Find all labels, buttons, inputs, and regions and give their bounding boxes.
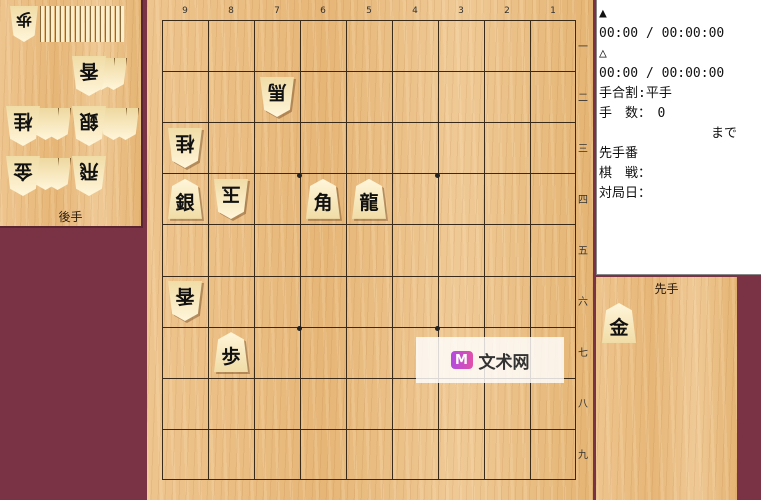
grid-hline [162, 275, 576, 277]
gote-label: 後手 [58, 210, 83, 224]
kisen-label: 棋 戦： [599, 166, 652, 181]
piece-char: 香 [175, 285, 195, 308]
sente-label: 先手 [654, 282, 679, 296]
star-point [297, 326, 302, 331]
piece-char: 銀 [175, 192, 195, 215]
file-label: 9 [182, 6, 188, 16]
gote-hand-lance[interactable]: 香 [72, 56, 106, 96]
gote-hand-knight[interactable]: 桂 [6, 106, 40, 146]
gote-hand-pawn[interactable]: 歩 [10, 6, 38, 42]
grid-vline [484, 20, 485, 480]
move-count: 手 数： 0 [599, 106, 666, 121]
file-label: 3 [458, 6, 464, 16]
grid-vline [300, 20, 301, 480]
gote-hand-silver[interactable]: 銀 [72, 106, 106, 146]
star-point [435, 173, 440, 178]
board-grid [162, 20, 576, 480]
grid-vline [530, 20, 531, 480]
rank-label: 二 [578, 92, 588, 104]
grid-hline [162, 326, 576, 328]
file-label: 8 [228, 6, 234, 16]
grid-hline [162, 173, 576, 175]
watermark: M 文术网 [416, 337, 564, 383]
piece-char: 馬 [267, 81, 287, 104]
rank-label: 六 [578, 297, 588, 309]
sente-hand-gold[interactable]: 金 [602, 303, 636, 343]
watermark-text: 文术网 [478, 352, 530, 373]
grid-vline [438, 20, 439, 480]
gote-hand-gold[interactable]: 金 [6, 156, 40, 196]
grid-vline [346, 20, 347, 480]
rank-label: 五 [578, 245, 588, 257]
grid-vline [208, 20, 209, 480]
gote-clock: 00:00 / 00:00:00 [599, 66, 725, 81]
date-label: 対局日： [599, 186, 652, 201]
rank-label: 九 [578, 450, 588, 462]
grid-hline [162, 428, 576, 430]
made-label: まで [710, 126, 737, 141]
gote-mark: △ [599, 46, 607, 61]
sente-mark: ▲ [599, 6, 607, 21]
file-label: 5 [366, 6, 372, 16]
file-label: 2 [504, 6, 510, 16]
file-label: 6 [320, 6, 326, 16]
star-point [435, 326, 440, 331]
star-point [297, 173, 302, 178]
handicap-label: 手合割:平手 [599, 86, 672, 101]
turn-label: 先手番 [599, 146, 639, 161]
grid-hline [162, 122, 576, 124]
game-info-panel: ▲ 00:00 / 00:00:00 △ 00:00 / 00:00:00 手合… [596, 0, 761, 275]
piece-char: 玉 [221, 183, 241, 206]
file-label: 7 [274, 6, 280, 16]
piece-char: 桂 [175, 132, 195, 155]
piece-char: 歩 [221, 345, 241, 368]
rank-label: 七 [578, 348, 588, 360]
file-label: 1 [550, 6, 556, 16]
rank-label: 一 [578, 41, 588, 53]
grid-vline [254, 20, 255, 480]
right-margin [738, 277, 761, 500]
rank-label: 八 [578, 399, 588, 411]
gote-pawn-stack[interactable]: 歩 [10, 6, 128, 44]
rank-label: 四 [578, 194, 588, 206]
shogi-board[interactable]: 9 8 7 6 5 4 3 2 1 一二三四五六七八九 馬桂銀 玉 角 龍香歩 [147, 0, 593, 500]
grid-vline [392, 20, 393, 480]
piece-char: 龍 [359, 192, 379, 215]
watermark-logo-icon: M [450, 351, 473, 369]
gote-hand-rook[interactable]: 飛 [72, 156, 106, 196]
file-label: 4 [412, 6, 418, 16]
sente-piece-stand: 先手 金 [596, 277, 737, 500]
gote-piece-stand: 歩 香 桂 銀 金 飛 後手 [0, 0, 143, 228]
grid-hline [162, 224, 576, 226]
sente-clock: 00:00 / 00:00:00 [599, 26, 725, 41]
rank-label: 三 [578, 143, 588, 155]
piece-char: 角 [313, 192, 333, 215]
grid-hline [162, 71, 576, 73]
